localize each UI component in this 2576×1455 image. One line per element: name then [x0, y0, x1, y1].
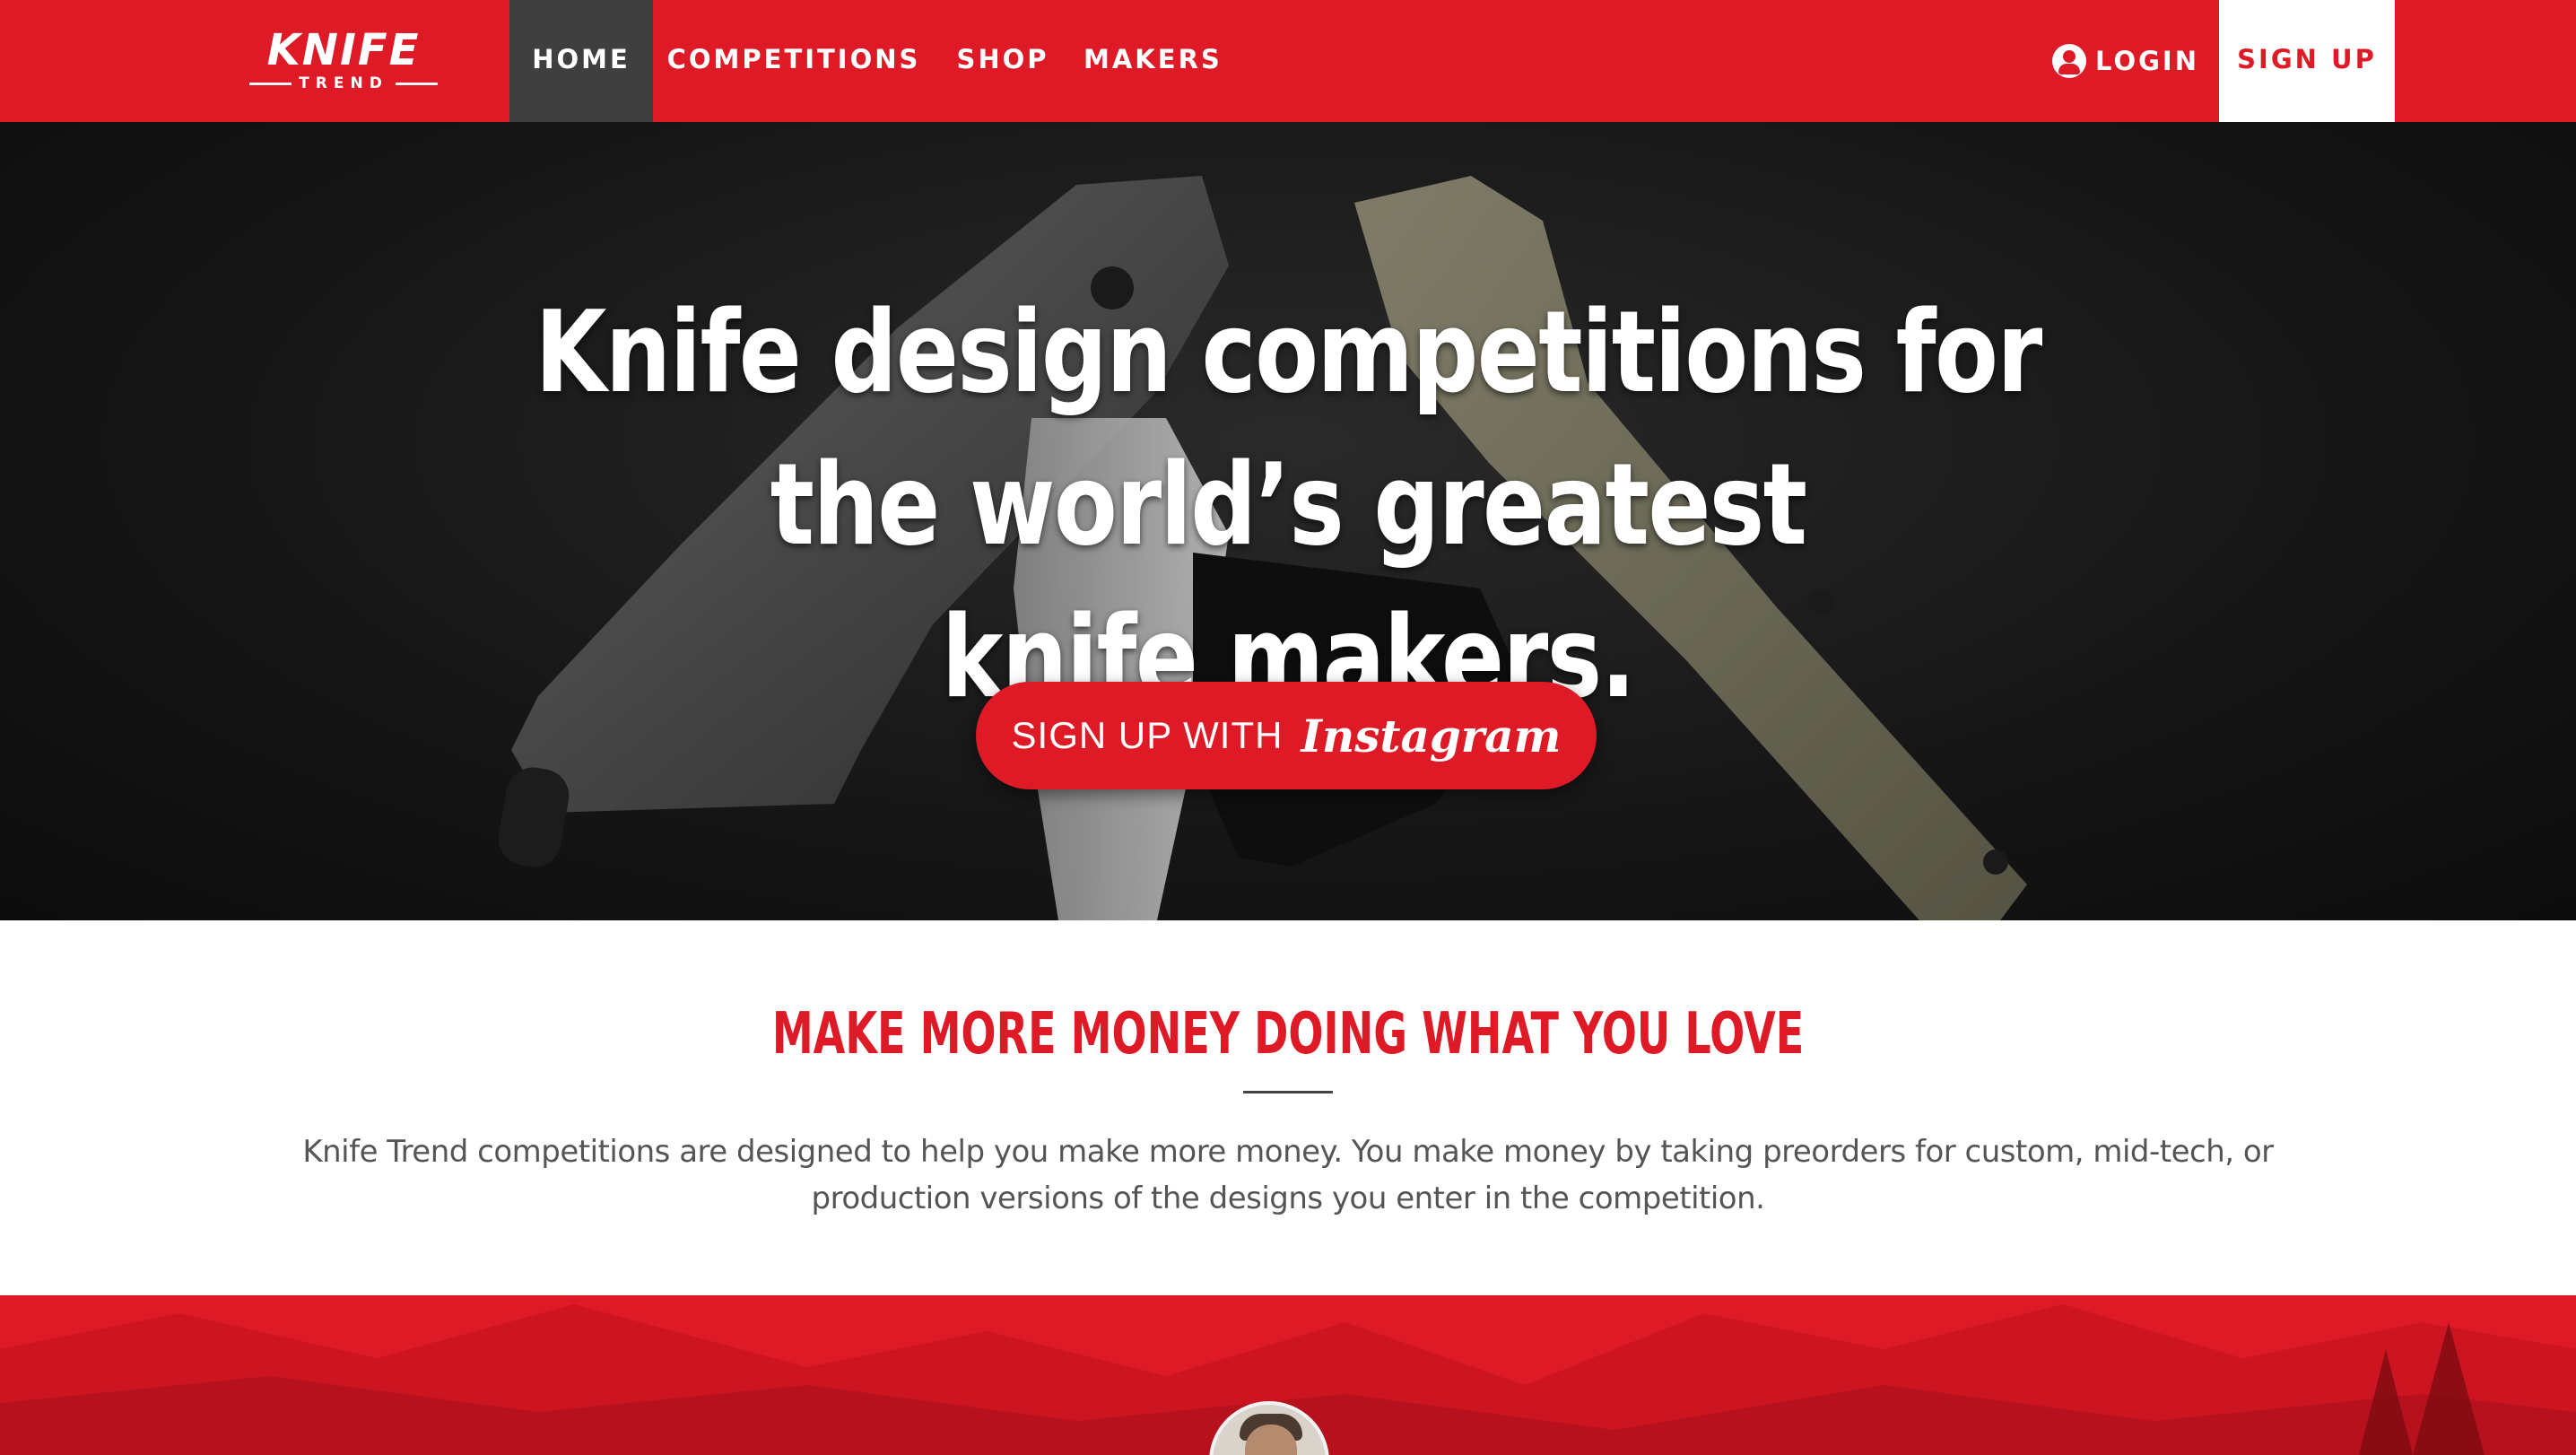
login-label: LOGIN — [2095, 46, 2199, 76]
top-navbar: KNIFE TREND HOME COMPETITIONS SHOP MAKER… — [0, 0, 2576, 122]
promo-description: Knife Trend competitions are designed to… — [301, 1128, 2275, 1222]
promo-text-line-1: Knife Trend competitions are designed to… — [302, 1134, 2274, 1170]
instagram-wordmark: Instagram — [1301, 709, 1562, 762]
nav-shop[interactable]: SHOP — [949, 0, 1057, 122]
testimonial-band — [0, 1295, 2576, 1455]
promo-heading: MAKE MORE MONEY DOING WHAT YOU LOVE — [771, 1001, 1805, 1067]
divider — [1243, 1091, 1333, 1093]
logo-wordmark: KNIFE — [266, 25, 421, 75]
logo-rule-right — [395, 82, 438, 85]
cta-text: SIGN UP WITH — [1011, 714, 1284, 756]
user-circle-icon — [2052, 44, 2087, 78]
login-button[interactable]: LOGIN — [2045, 0, 2206, 122]
logo-subline: TREND — [249, 74, 438, 93]
instagram-signup-button[interactable]: SIGN UP WITH Instagram — [976, 682, 1597, 789]
logo-subtext: TREND — [299, 74, 388, 92]
promo-section: MAKE MORE MONEY DOING WHAT YOU LOVE Knif… — [0, 920, 2576, 1295]
signup-button[interactable]: SIGN UP — [2219, 0, 2395, 122]
hero-title: Knife design competitions for the world’… — [452, 276, 2123, 734]
hero-title-line-1: Knife design competitions for the world’… — [535, 286, 2042, 571]
knife-trend-logo[interactable]: KNIFE TREND — [249, 25, 438, 93]
promo-text-line-2: production versions of the designs you e… — [811, 1181, 1765, 1216]
hero-section: Knife design competitions for the world’… — [0, 122, 2576, 920]
nav-makers[interactable]: MAKERS — [1083, 0, 1220, 122]
logo-rule-left — [249, 82, 292, 85]
nav-competitions[interactable]: COMPETITIONS — [666, 0, 922, 122]
nav-home[interactable]: HOME — [509, 0, 653, 122]
